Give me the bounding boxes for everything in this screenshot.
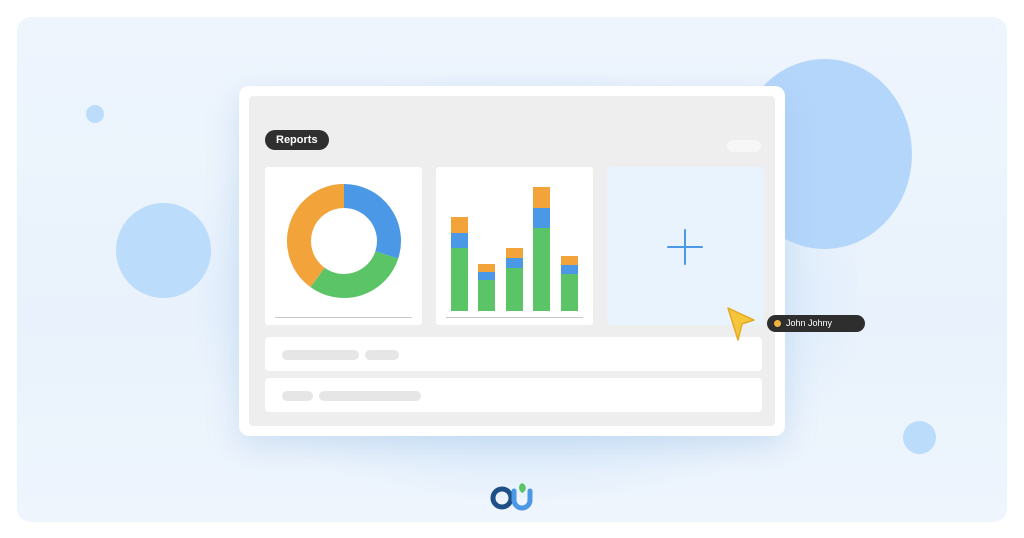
bar-2-segment-3 [478, 264, 495, 272]
bar-3-segment-2 [506, 258, 523, 268]
bar-3-segment-3 [506, 248, 523, 258]
donut-chart [287, 184, 401, 298]
brand-logo-icon [490, 483, 533, 511]
list-row[interactable] [265, 337, 762, 371]
dashboard-window: Reports [239, 86, 785, 436]
bar-2-segment-2 [478, 272, 495, 280]
bar-3-segment-1 [506, 268, 523, 311]
skeleton-text [282, 350, 359, 360]
bar-4-segment-1 [533, 228, 550, 311]
donut-slice-1 [343, 184, 401, 259]
bar-2-segment-1 [478, 280, 495, 311]
toolbar-button-placeholder[interactable] [727, 140, 761, 152]
bar-4-segment-3 [533, 187, 550, 208]
decorative-dot [903, 421, 936, 454]
bar-1-segment-3 [451, 217, 468, 233]
bar-5-segment-2 [561, 265, 578, 274]
stacked-bar-chart [451, 187, 578, 311]
donut-slice-2 [310, 250, 399, 298]
cursor-arrow-icon [727, 307, 755, 341]
decorative-dot [86, 105, 104, 123]
card-divider [275, 317, 412, 318]
list-row[interactable] [265, 378, 762, 412]
skeleton-text [319, 391, 421, 401]
add-widget-card[interactable] [607, 167, 764, 325]
bar-1-segment-2 [451, 233, 468, 248]
card-divider [446, 317, 583, 318]
dashboard-panel: Reports [249, 96, 775, 426]
donut-slice-3 [287, 184, 345, 288]
bar-chart-card[interactable] [436, 167, 593, 325]
bar-1-segment-1 [451, 248, 468, 311]
donut-chart-card[interactable] [265, 167, 422, 325]
plus-icon[interactable] [667, 229, 703, 265]
decorative-circle-medium [116, 203, 211, 298]
skeleton-text [282, 391, 313, 401]
user-status-dot [774, 320, 781, 327]
skeleton-text [365, 350, 399, 360]
bar-4-segment-2 [533, 208, 550, 228]
collaborator-name: John Johny [786, 318, 833, 328]
bar-5-segment-3 [561, 256, 578, 265]
reports-tab[interactable]: Reports [265, 130, 329, 150]
collaborator-tag: John Johny [767, 315, 865, 332]
bar-5-segment-1 [561, 274, 578, 311]
